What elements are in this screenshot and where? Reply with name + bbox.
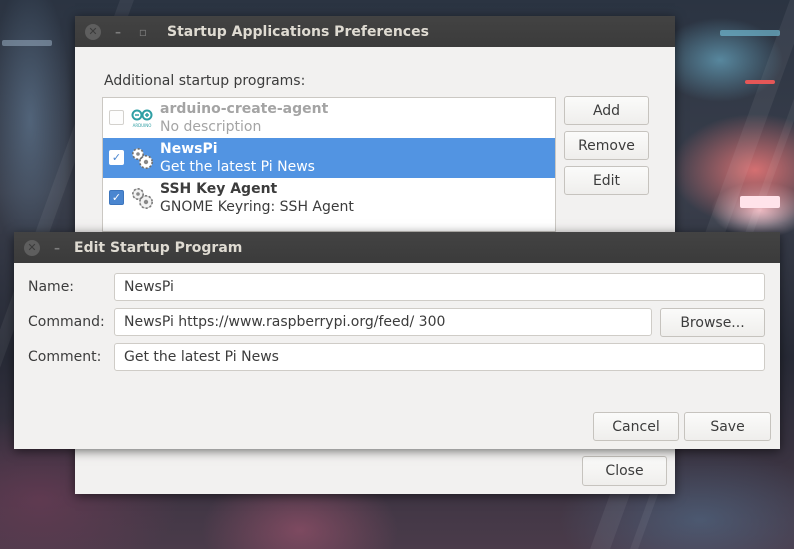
edit-button[interactable]: Edit <box>564 166 649 195</box>
list-item-arduino-create-agent[interactable]: ARDUINO arduino-create-agent No descript… <box>103 98 555 138</box>
close-window-icon[interactable]: ✕ <box>85 23 101 40</box>
name-field[interactable]: NewsPi <box>114 273 765 301</box>
startup-titlebar: ✕ – ▫ Startup Applications Preferences <box>75 16 675 47</box>
startup-programs-list[interactable]: ARDUINO arduino-create-agent No descript… <box>102 97 556 232</box>
gears-icon <box>129 145 155 171</box>
gears-icon <box>129 185 155 211</box>
section-label: Additional startup programs: <box>104 73 306 89</box>
enable-checkbox[interactable]: ✓ <box>109 190 124 205</box>
cancel-button[interactable]: Cancel <box>593 412 679 441</box>
minimize-window-icon[interactable]: – <box>49 240 65 256</box>
enable-checkbox[interactable]: ✓ <box>109 150 124 165</box>
remove-button[interactable]: Remove <box>564 131 649 160</box>
close-button[interactable]: Close <box>582 456 667 486</box>
name-label: Name: <box>28 279 75 295</box>
minimize-window-icon[interactable]: – <box>110 24 126 40</box>
program-description: Get the latest Pi News <box>160 159 315 175</box>
comment-label: Comment: <box>28 349 102 365</box>
program-name: NewsPi <box>160 141 218 157</box>
command-field[interactable]: NewsPi https://www.raspberrypi.org/feed/… <box>114 308 652 336</box>
program-description: No description <box>160 119 262 135</box>
list-item-ssh-key-agent[interactable]: ✓ SSH Key Agent GNOME Keyring: SSH Agent <box>103 178 555 218</box>
window-title: Startup Applications Preferences <box>167 23 429 40</box>
edit-startup-program-dialog: ✕ – Edit Startup Program Name: NewsPi Co… <box>14 232 780 449</box>
close-window-icon[interactable]: ✕ <box>24 239 40 256</box>
command-label: Command: <box>28 314 105 330</box>
save-button[interactable]: Save <box>684 412 771 441</box>
list-item-newspi[interactable]: ✓ NewsPi Get the latest Pi News <box>103 138 555 178</box>
maximize-window-icon[interactable]: ▫ <box>135 24 151 40</box>
arduino-icon: ARDUINO <box>129 105 155 131</box>
program-description: GNOME Keyring: SSH Agent <box>160 199 354 215</box>
browse-button[interactable]: Browse... <box>660 308 765 337</box>
program-name: arduino-create-agent <box>160 101 329 117</box>
add-button[interactable]: Add <box>564 96 649 125</box>
program-name: SSH Key Agent <box>160 181 278 197</box>
dialog-title: Edit Startup Program <box>74 239 243 256</box>
edit-titlebar: ✕ – Edit Startup Program <box>14 232 780 263</box>
comment-field[interactable]: Get the latest Pi News <box>114 343 765 371</box>
enable-checkbox[interactable] <box>109 110 124 125</box>
svg-text:ARDUINO: ARDUINO <box>133 123 152 128</box>
